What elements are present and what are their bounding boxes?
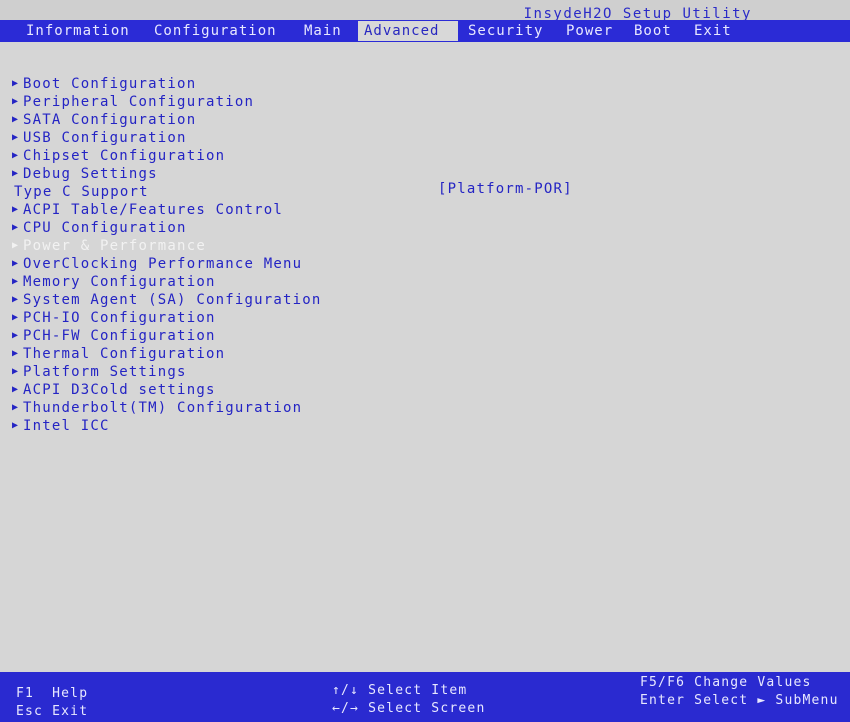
menu-item-platform-settings[interactable]: ▶ Platform Settings <box>12 363 187 381</box>
menu-item-cpu-configuration[interactable]: ▶ CPU Configuration <box>12 219 187 237</box>
menu-item-acpi-d3cold-settings[interactable]: ▶ ACPI D3Cold settings <box>12 381 216 399</box>
submenu-arrow-icon: ▶ <box>12 150 20 161</box>
submenu-arrow-icon: ▶ <box>12 168 20 179</box>
menu-item-pch-io-configuration[interactable]: ▶ PCH-IO Configuration <box>12 309 216 327</box>
submenu-arrow-icon: ▶ <box>12 114 20 125</box>
tab-security[interactable]: Security <box>462 21 549 41</box>
menu-item-power-performance[interactable]: ▶ Power & Performance <box>12 237 206 255</box>
menu-item-overclocking-performance-menu[interactable]: ▶ OverClocking Performance Menu <box>12 255 302 273</box>
menu-item-intel-icc[interactable]: ▶ Intel ICC <box>12 417 110 435</box>
menu-panel: ▶ Boot Configuration ▶ Peripheral Configur… <box>0 42 850 672</box>
menu-item-system-agent-configuration[interactable]: ▶ System Agent (SA) Configuration <box>12 291 322 309</box>
type-c-support-value[interactable]: [Platform-POR] <box>438 180 573 198</box>
tab-advanced[interactable]: Advanced <box>358 21 458 41</box>
submenu-arrow-icon: ▶ <box>12 96 20 107</box>
help-f1: F1 Help <box>16 686 89 701</box>
submenu-arrow-icon: ▶ <box>12 204 20 215</box>
menu-item-acpi-table-features-control[interactable]: ▶ ACPI Table/Features Control <box>12 201 283 219</box>
help-select-item: ↑/↓ Select Item <box>332 683 468 698</box>
menu-item-thermal-configuration[interactable]: ▶ Thermal Configuration <box>12 345 225 363</box>
menu-item-memory-configuration[interactable]: ▶ Memory Configuration <box>12 273 216 291</box>
bios-screen: InsydeH2O Setup Utility Information Conf… <box>0 0 850 722</box>
tab-configuration[interactable]: Configuration <box>148 21 283 41</box>
help-select-screen: ←/→ Select Screen <box>332 701 486 716</box>
submenu-arrow-icon: ▶ <box>12 240 20 251</box>
submenu-arrow-icon: ▶ <box>12 312 20 323</box>
submenu-arrow-icon: ▶ <box>12 366 20 377</box>
submenu-arrow-icon: ▶ <box>12 294 20 305</box>
menu-item-thunderbolt-configuration[interactable]: ▶ Thunderbolt(TM) Configuration <box>12 399 302 417</box>
submenu-arrow-icon: ▶ <box>12 222 20 233</box>
menu-item-peripheral-configuration[interactable]: ▶ Peripheral Configuration <box>12 93 254 111</box>
submenu-arrow-icon: ▶ <box>12 420 20 431</box>
tab-power[interactable]: Power <box>560 21 619 41</box>
tab-exit[interactable]: Exit <box>688 21 738 41</box>
help-bar: F1 Help Esc Exit ↑/↓ Select Item ←/→ Sel… <box>0 672 850 722</box>
tab-boot[interactable]: Boot <box>628 21 678 41</box>
submenu-arrow-icon: ▶ <box>12 348 20 359</box>
menu-item-debug-settings[interactable]: ▶ Debug Settings <box>12 165 158 183</box>
menu-item-boot-configuration[interactable]: ▶ Boot Configuration <box>12 75 196 93</box>
tab-main[interactable]: Main <box>298 21 348 41</box>
menu-item-sata-configuration[interactable]: ▶ SATA Configuration <box>12 111 196 129</box>
help-change-values: F5/F6 Change Values <box>640 675 812 690</box>
submenu-arrow-icon: ▶ <box>12 276 20 287</box>
submenu-arrow-icon: ▶ <box>12 330 20 341</box>
submenu-arrow-icon: ▶ <box>12 78 20 89</box>
submenu-arrow-icon: ▶ <box>12 384 20 395</box>
tab-information[interactable]: Information <box>20 21 136 41</box>
menu-item-usb-configuration[interactable]: ▶ USB Configuration <box>12 129 187 147</box>
submenu-arrow-icon: ▶ <box>12 258 20 269</box>
menu-item-type-c-support[interactable]: Type C Support <box>14 183 149 201</box>
help-esc: Esc Exit <box>16 704 89 719</box>
help-enter-select: Enter Select ► SubMenu <box>640 693 839 708</box>
menu-item-pch-fw-configuration[interactable]: ▶ PCH-FW Configuration <box>12 327 216 345</box>
submenu-arrow-icon: ▶ <box>12 132 20 143</box>
title-bar: InsydeH2O Setup Utility <box>0 0 850 22</box>
menu-item-chipset-configuration[interactable]: ▶ Chipset Configuration <box>12 147 225 165</box>
submenu-arrow-icon: ▶ <box>12 402 20 413</box>
